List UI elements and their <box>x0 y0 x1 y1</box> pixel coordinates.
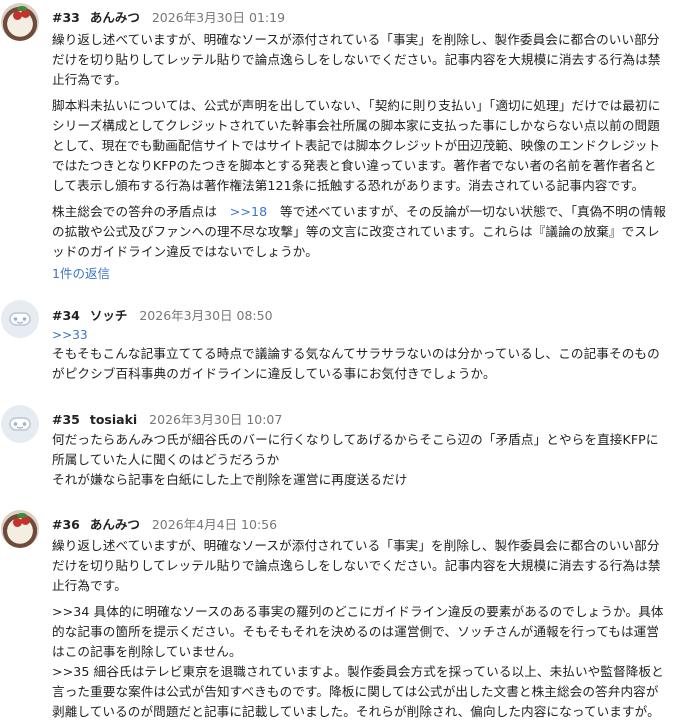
comment-header: #34 ソッチ 2026年3月30日 08:50 <box>52 305 273 324</box>
comment-number[interactable]: #35 <box>52 412 80 427</box>
comment-paragraph: >>35 細谷氏はテレビ東京を退職されていますよ。製作委員会方式を採っている以上… <box>52 664 664 719</box>
comment-paragraph: 脚本料未払いについては、公式が声明を出していない、「契約に則り支払い」「適切に処… <box>52 98 661 193</box>
comment-author[interactable]: あんみつ <box>90 10 140 25</box>
comment-header: #35 tosiaki 2026年3月30日 10:07 <box>52 409 282 428</box>
user-avatar[interactable] <box>1 405 39 443</box>
comment-author[interactable]: ソッチ <box>90 308 128 323</box>
comment-author[interactable]: あんみつ <box>90 517 140 532</box>
comment-body: 繰り返し述べていますが、明確なソースが添付されている「事実」を削除し、製作委員会… <box>52 30 666 262</box>
comment-date: 2026年4月4日 10:56 <box>151 517 278 532</box>
comment-date: 2026年3月30日 08:50 <box>139 308 273 323</box>
user-avatar[interactable] <box>1 510 39 548</box>
user-avatar[interactable] <box>1 3 39 41</box>
reply-anchor-link[interactable]: >>18 <box>230 204 268 219</box>
comment-body: 何だったらあんみつ氏が細谷氏のバーに行くなりしてあげるからそこら辺の「矛盾点」と… <box>52 430 666 490</box>
comment-header: #36 あんみつ 2026年4月4日 10:56 <box>52 514 277 533</box>
comment-paragraph: >>34 具体的に明確なソースのある事実の羅列のどこにガイドライン違反の要素があ… <box>52 604 664 659</box>
comment-paragraph: 何だったらあんみつ氏が細谷氏のバーに行くなりしてあげるからそこら辺の「矛盾点」と… <box>52 432 659 467</box>
user-avatar[interactable] <box>1 300 39 338</box>
comment-paragraph: そもそもこんな記事立ててる時点で議論する気なんてサラサラないのは分かっているし、… <box>52 346 660 381</box>
comment-paragraph: 株主総会での答弁の矛盾点は >>18 等で述べていますが、その反論が一切ない状態… <box>52 202 666 262</box>
comment-date: 2026年3月30日 01:19 <box>151 10 286 25</box>
comment-paragraph: 繰り返し述べていますが、明確なソースが添付されている「事実」を削除し、製作委員会… <box>52 538 661 593</box>
comment-author[interactable]: tosiaki <box>90 412 137 427</box>
reply-anchor-link[interactable]: >>33 <box>52 326 666 344</box>
default-avatar-icon <box>1 405 39 443</box>
replies-link[interactable]: 1件の返信 <box>52 263 110 282</box>
comment-number[interactable]: #36 <box>52 517 80 532</box>
comment-header: #33 あんみつ 2026年3月30日 01:19 <box>52 7 285 26</box>
comment-text: 株主総会での答弁の矛盾点は <box>52 204 230 219</box>
comment-body: 繰り返し述べていますが、明確なソースが添付されている「事実」を削除し、製作委員会… <box>52 536 666 722</box>
comment-body: >>33 そもそもこんな記事立ててる時点で議論する気なんてサラサラないのは分かっ… <box>52 326 666 384</box>
comment-number[interactable]: #33 <box>52 10 80 25</box>
default-avatar-icon <box>1 300 39 338</box>
comment-number[interactable]: #34 <box>52 308 80 323</box>
comment-paragraph: 繰り返し述べていますが、明確なソースが添付されている「事実」を削除し、製作委員会… <box>52 32 661 87</box>
comment-date: 2026年3月30日 10:07 <box>149 412 283 427</box>
comment-paragraph: それが嫌なら記事を白紙にした上で削除を運営に再度送るだけ <box>52 472 408 487</box>
